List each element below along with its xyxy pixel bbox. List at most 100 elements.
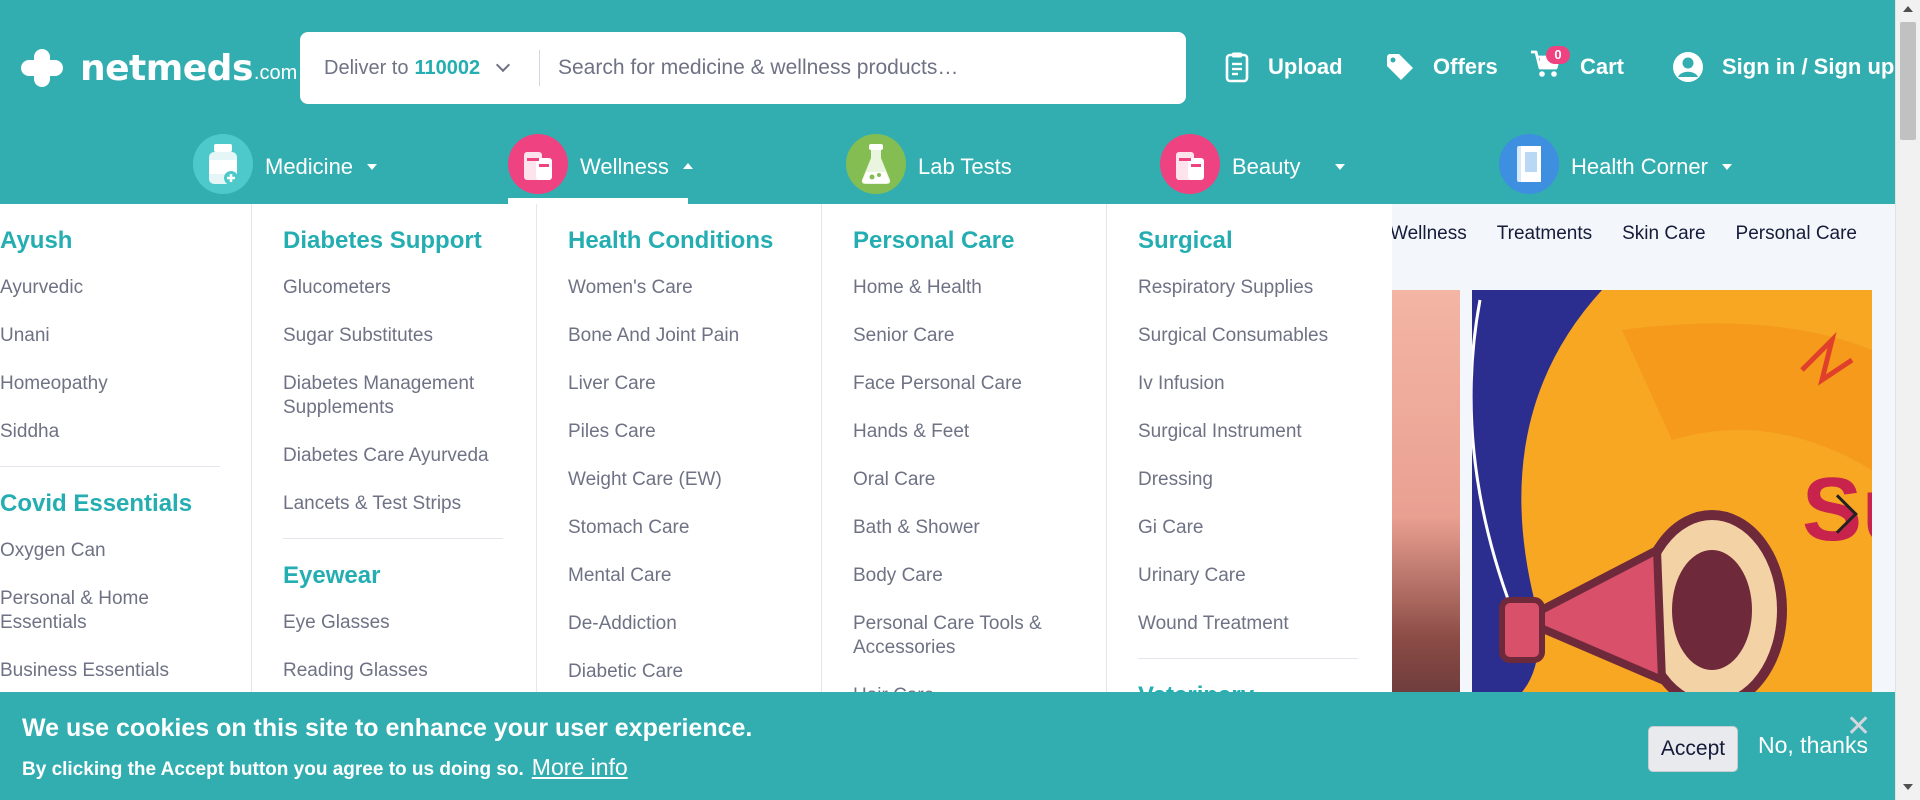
menu-item[interactable]: Unani (0, 312, 251, 360)
menu-item[interactable]: Mental Care (568, 552, 821, 600)
menu-item[interactable]: Bone And Joint Pain (568, 312, 821, 360)
subnav-wellness[interactable]: Wellness (1390, 223, 1467, 245)
more-info-link[interactable]: More info (532, 754, 628, 781)
nav-lab-tests-label: Lab Tests (918, 154, 1012, 179)
menu-item[interactable]: Personal & Home Essentials (0, 575, 170, 647)
menu-item[interactable]: Glucometers (283, 264, 536, 312)
menu-item[interactable]: Siddha (0, 408, 251, 456)
menu-item[interactable]: Lancets & Test Strips (283, 480, 536, 528)
upload-button[interactable]: Upload (1224, 48, 1343, 86)
menu-item[interactable]: Personal Care Tools & Accessories (853, 600, 1068, 672)
nav-health-corner-label: Health Corner (1571, 154, 1708, 179)
menu-item[interactable]: Body Care (853, 552, 1106, 600)
sign-in-label: Sign in / Sign up (1722, 54, 1895, 79)
offer-tag-icon (1387, 54, 1413, 80)
medicine-bottle-icon (193, 134, 253, 194)
menu-item[interactable]: Senior Care (853, 312, 1106, 360)
menu-item[interactable]: Homeopathy (0, 360, 251, 408)
menu-heading-surgical[interactable]: Surgical (1138, 226, 1392, 256)
nav-beauty-label: Beauty (1232, 154, 1301, 179)
pincode: 110002 (414, 56, 481, 79)
menu-item[interactable]: Reading Glasses (283, 647, 536, 695)
upload-label: Upload (1268, 54, 1343, 79)
menu-item[interactable]: Sugar Substitutes (283, 312, 536, 360)
accept-cookies-button[interactable]: Accept (1648, 726, 1738, 772)
subnav-personal-care[interactable]: Personal Care (1736, 223, 1857, 245)
decline-cookies-button[interactable]: No, thanks (1758, 732, 1868, 759)
nav-wellness-label: Wellness (580, 154, 669, 179)
menu-item[interactable]: Ayurvedic (0, 264, 251, 312)
menu-heading-personal-care[interactable]: Personal Care (853, 226, 1106, 256)
menu-item[interactable]: Iv Infusion (1138, 360, 1392, 408)
menu-heading-covid-essentials[interactable]: Covid Essentials (0, 489, 251, 519)
nav-medicine-label: Medicine (265, 154, 354, 179)
search-input[interactable] (558, 56, 1158, 80)
menu-item[interactable]: Wound Treatment (1138, 600, 1392, 648)
menu-item[interactable]: Face Personal Care (853, 360, 1106, 408)
menu-heading-health-conditions[interactable]: Health Conditions (568, 226, 821, 256)
nav-wellness[interactable]: Wellness (508, 134, 693, 204)
health-corner-book-icon (1499, 134, 1559, 194)
cookie-text: By clicking the Accept button you agree … (22, 759, 524, 780)
menu-item[interactable]: Liver Care (568, 360, 821, 408)
logo-plus-icon (18, 49, 68, 87)
menu-item[interactable]: Surgical Instrument (1138, 408, 1392, 456)
scroll-up-arrow-icon[interactable] (1903, 6, 1913, 12)
lab-flask-icon (846, 134, 906, 194)
menu-item[interactable]: Gi Care (1138, 504, 1392, 552)
menu-item[interactable]: Urinary Care (1138, 552, 1392, 600)
promo-banner-sale[interactable]: Su (1472, 290, 1872, 702)
menu-divider (283, 538, 503, 539)
menu-item[interactable]: Oral Care (853, 456, 1106, 504)
subnav-skin-care[interactable]: Skin Care (1622, 223, 1705, 245)
caret-down-icon (1334, 164, 1345, 170)
nav-beauty[interactable]: Beauty (1160, 134, 1345, 204)
menu-heading-ayush[interactable]: Ayush (0, 226, 251, 256)
netmeds-logo[interactable]: netmeds .com (18, 48, 297, 89)
megaphone-sale-graphic: Su (1472, 290, 1872, 702)
sign-in-button[interactable]: Sign in / Sign up (1672, 48, 1894, 86)
menu-heading-diabetes-support[interactable]: Diabetes Support (283, 226, 536, 256)
scrollbar-thumb[interactable] (1900, 22, 1916, 140)
menu-item[interactable]: Eye Glasses (283, 599, 536, 647)
nav-medicine[interactable]: Medicine (193, 134, 378, 204)
menu-item[interactable]: Piles Care (568, 408, 821, 456)
menu-divider (0, 466, 220, 467)
subnav-treatments[interactable]: Treatments (1497, 223, 1592, 245)
menu-heading-eyewear[interactable]: Eyewear (283, 561, 536, 591)
menu-item[interactable]: Diabetic Care (568, 648, 821, 696)
menu-item[interactable]: Oxygen Can (0, 527, 251, 575)
menu-item[interactable]: Weight Care (EW) (568, 456, 821, 504)
deliver-to-selector[interactable]: Deliver to 110002 (300, 50, 540, 86)
menu-item[interactable]: Diabetes Care Ayurveda (283, 432, 536, 480)
prescription-upload-icon (1225, 52, 1249, 83)
menu-item[interactable]: Dressing (1138, 456, 1392, 504)
menu-item[interactable]: Respiratory Supplies (1138, 264, 1392, 312)
cookie-consent-banner: We use cookies on this site to enhance y… (0, 692, 1895, 800)
menu-item[interactable]: Women's Care (568, 264, 821, 312)
sub-navigation: Wellness Treatments Skin Care Personal C… (1390, 204, 1857, 264)
menu-item[interactable]: Home & Health (853, 264, 1106, 312)
offers-label: Offers (1433, 54, 1498, 79)
caret-down-icon (1721, 164, 1732, 170)
menu-item[interactable]: Surgical Consumables (1138, 312, 1392, 360)
menu-item[interactable]: Bath & Shower (853, 504, 1106, 552)
menu-item[interactable]: Stomach Care (568, 504, 821, 552)
offers-button[interactable]: Offers (1385, 48, 1498, 86)
caret-down-icon (367, 164, 378, 170)
menu-item[interactable]: De-Addiction (568, 600, 821, 648)
caret-up-icon (682, 163, 693, 169)
scroll-down-arrow-icon[interactable] (1903, 784, 1913, 790)
cookie-description: By clicking the Accept button you agree … (22, 754, 628, 781)
nav-lab-tests[interactable]: Lab Tests (846, 134, 1012, 204)
promo-banner-left[interactable] (1390, 290, 1460, 702)
cookie-title: We use cookies on this site to enhance y… (22, 714, 753, 742)
menu-item[interactable]: Hands & Feet (853, 408, 1106, 456)
menu-item[interactable]: Diabetes Management Supplements (283, 360, 498, 432)
nav-health-corner[interactable]: Health Corner (1499, 134, 1732, 204)
cart-button[interactable]: 0 Cart (1530, 46, 1625, 86)
cart-label: Cart (1580, 54, 1625, 79)
page-scrollbar[interactable] (1895, 0, 1920, 800)
chevron-down-icon (496, 57, 511, 73)
menu-item[interactable]: Business Essentials (0, 647, 251, 695)
